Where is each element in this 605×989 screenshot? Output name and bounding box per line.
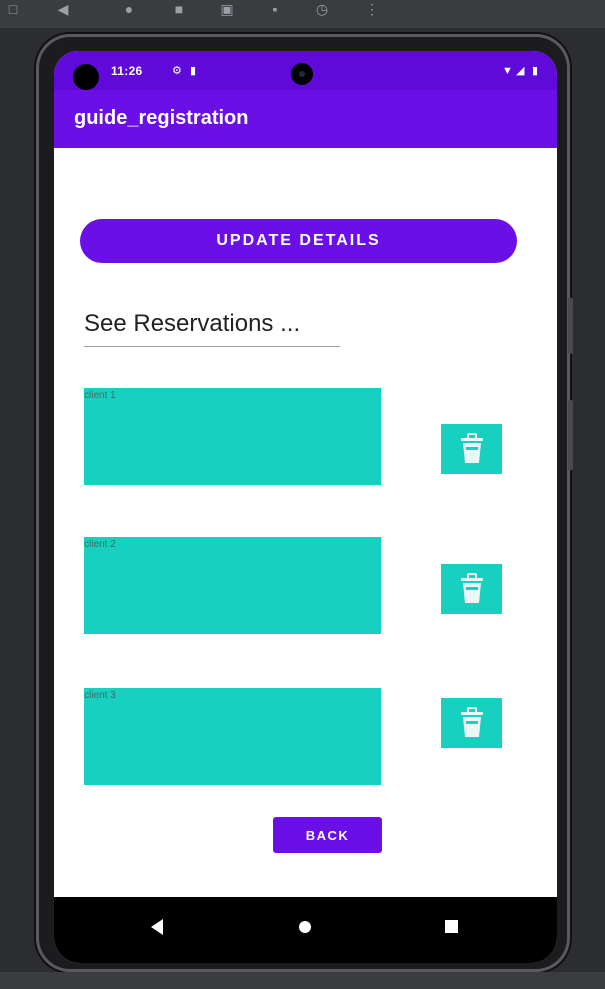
delete-client-1-button[interactable] xyxy=(441,424,502,474)
client-card-1[interactable]: client 1 xyxy=(84,388,381,485)
navigation-bar xyxy=(54,897,557,963)
client-label: client 2 xyxy=(84,539,116,550)
status-bar: 11:26 ⚙ ▮ ▼ ◢ ▮ xyxy=(54,51,557,90)
trash-icon xyxy=(460,707,483,737)
ide-toolbar: □ ◀ ● ■ ▣ ▪ ◷ ⋮ xyxy=(0,0,605,28)
stop-icon[interactable]: ■ xyxy=(170,2,188,16)
volume-key xyxy=(568,298,573,354)
trash-icon xyxy=(460,573,483,603)
client-card-2[interactable]: client 2 xyxy=(84,537,381,634)
back-button[interactable]: BACK xyxy=(273,817,382,853)
client-label: client 3 xyxy=(84,690,116,701)
battery-icon: ▮ xyxy=(532,65,539,77)
ide-bottom-bar xyxy=(0,972,605,989)
update-details-button[interactable]: UPDATE DETAILS xyxy=(80,219,517,263)
device-icon[interactable]: □ xyxy=(4,2,22,16)
power-key xyxy=(568,400,573,470)
front-sensor xyxy=(73,64,99,90)
back-triangle-icon[interactable] xyxy=(151,919,163,935)
app-bar: guide_registration xyxy=(54,90,557,148)
delete-client-2-button[interactable] xyxy=(441,564,502,614)
sd-card-icon: ▮ xyxy=(190,65,197,77)
settings-icon: ⚙ xyxy=(172,65,182,77)
status-time: 11:26 xyxy=(111,64,143,78)
home-icon[interactable]: ● xyxy=(120,2,138,16)
app-title: guide_registration xyxy=(74,107,249,129)
wifi-icon: ▼ xyxy=(502,65,513,77)
see-reservations-field[interactable]: See Reservations ... xyxy=(84,310,340,347)
back-icon[interactable]: ◀ xyxy=(54,2,72,16)
client-card-3[interactable]: client 3 xyxy=(84,688,381,785)
more-icon[interactable]: ⋮ xyxy=(363,2,381,16)
signal-icon: ◢ xyxy=(516,65,525,77)
record-icon[interactable]: ▪ xyxy=(266,2,284,16)
home-circle-icon[interactable] xyxy=(299,921,311,933)
camera-icon[interactable]: ▣ xyxy=(218,2,236,16)
delete-client-3-button[interactable] xyxy=(441,698,502,748)
trash-icon xyxy=(460,433,483,463)
camera-cutout xyxy=(291,63,313,85)
device-screen: 11:26 ⚙ ▮ ▼ ◢ ▮ guide_registration UPDAT… xyxy=(54,51,557,963)
clock-icon[interactable]: ◷ xyxy=(313,2,331,16)
client-label: client 1 xyxy=(84,390,116,401)
recents-square-icon[interactable] xyxy=(445,920,458,933)
